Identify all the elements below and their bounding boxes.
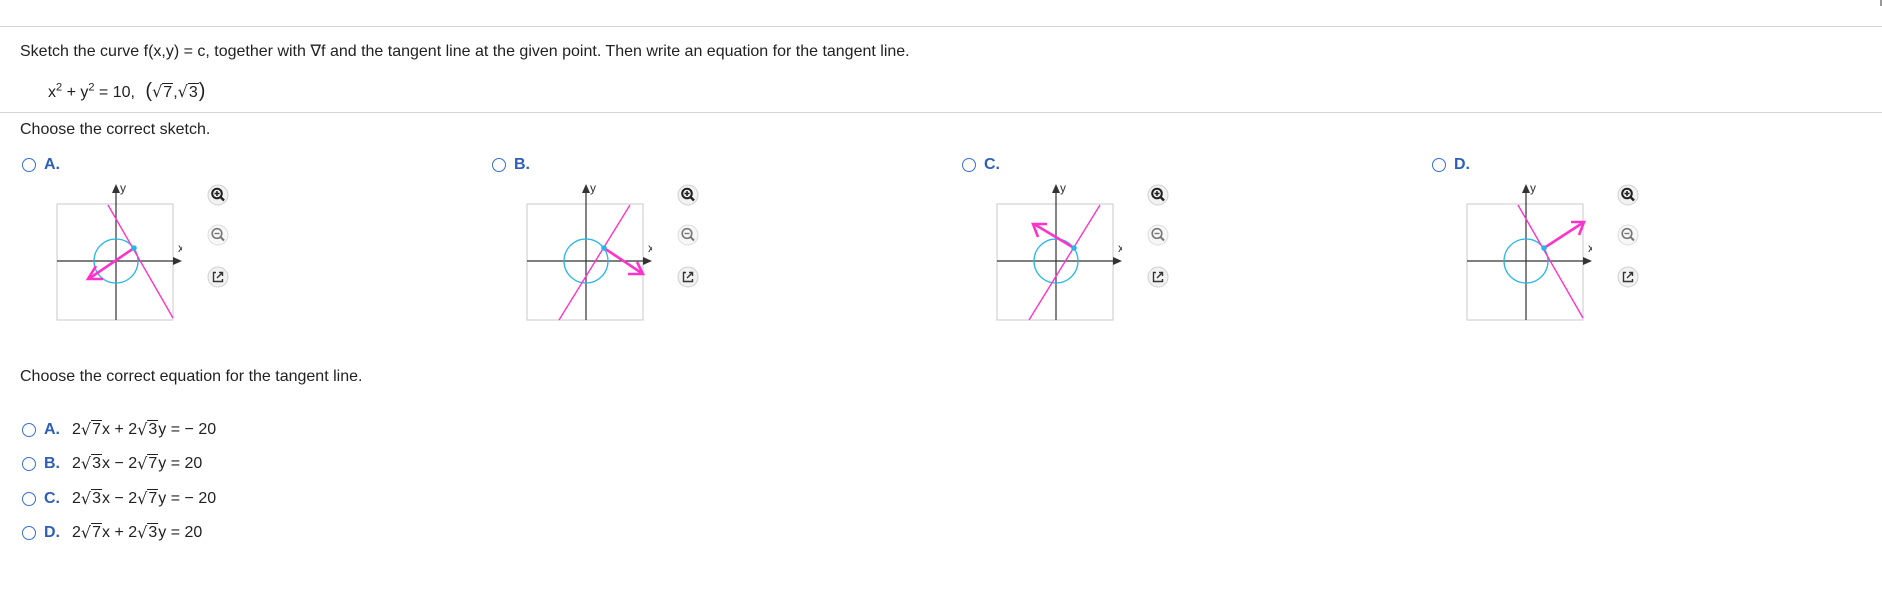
tangent-point [1541,245,1547,251]
y-axis-arrow [1052,184,1060,193]
x-axis-label: x [648,241,652,255]
sketch-question: Choose the correct sketch. [20,121,211,138]
radio-button[interactable] [22,422,36,437]
x-axis-label: x [1118,241,1122,255]
y-axis-arrow [112,184,120,193]
zoom-out-icon[interactable] [677,224,699,246]
popout-icon[interactable] [677,266,699,288]
sketch-option-d[interactable]: D. [1432,156,1470,174]
equation-option-c[interactable]: C. 2 √ 3 x − 2 √ 7 y = − 20 [22,489,216,508]
y-axis-label: y [120,182,126,195]
gradient-vector [89,246,135,280]
sketch-option-b[interactable]: B. [492,156,530,174]
popout-icon[interactable] [1147,266,1169,288]
x-axis-arrow [1113,257,1122,265]
x-axis-arrow [173,257,182,265]
zoom-out-icon[interactable] [1147,224,1169,246]
sketch-graph-b: y x [526,182,652,321]
equation-question: Choose the correct equation for the tang… [20,368,363,385]
radio-button[interactable] [492,158,506,172]
radio-button[interactable] [22,525,36,540]
tangent-point [131,245,137,251]
popout-icon[interactable] [207,266,229,288]
x-axis-arrow [643,257,652,265]
radio-button[interactable] [962,158,976,172]
sketch-option-c[interactable]: C. [962,156,1000,174]
zoom-in-icon[interactable] [207,184,229,206]
equation-option-a[interactable]: A. 2 √ 7 x + 2 √ 3 y = − 20 [22,420,216,439]
question-prompt: Sketch the curve f(x,y) = c, together wi… [20,43,910,60]
sketch-graph-c: y x [996,182,1122,321]
graph-frame [1466,203,1584,321]
equation-option-d[interactable]: D. 2 √ 7 x + 2 √ 3 y = 20 [22,523,202,542]
sketch-option-a[interactable]: A. [22,156,60,174]
equation-option-b[interactable]: B. 2 √ 3 x − 2 √ 7 y = 20 [22,454,202,473]
sketch-graph-d: y x [1466,182,1592,321]
y-axis-arrow [1522,184,1530,193]
top-divider [0,26,1882,27]
sketch-graph-a: y x [56,182,182,321]
y-axis-label: y [1060,182,1066,195]
tangent-line [558,204,631,321]
y-axis-arrow [582,184,590,193]
graph-frame [996,203,1114,321]
zoom-out-icon[interactable] [207,224,229,246]
gradient-vector [1543,220,1585,250]
tangent-point [1071,245,1077,251]
zoom-in-icon[interactable] [1147,184,1169,206]
popout-icon[interactable] [1617,266,1639,288]
x-axis-arrow [1583,257,1592,265]
y-axis-label: y [590,182,596,195]
gradient-vector [1033,222,1075,250]
radio-button[interactable] [22,491,36,506]
y-axis-label: y [1530,182,1536,195]
zoom-in-icon[interactable] [1617,184,1639,206]
radio-button[interactable] [1432,158,1446,172]
tangent-line [1028,204,1101,321]
zoom-in-icon[interactable] [677,184,699,206]
tangent-point [601,245,607,251]
zoom-out-icon[interactable] [1617,224,1639,246]
radio-button[interactable] [22,158,36,172]
x-axis-label: x [1588,241,1592,255]
radio-button[interactable] [22,456,36,471]
section-divider [0,112,1882,113]
x-axis-label: x [178,241,182,255]
given-equation: x2 + y2 = 10, (√7,√3) [48,80,206,102]
